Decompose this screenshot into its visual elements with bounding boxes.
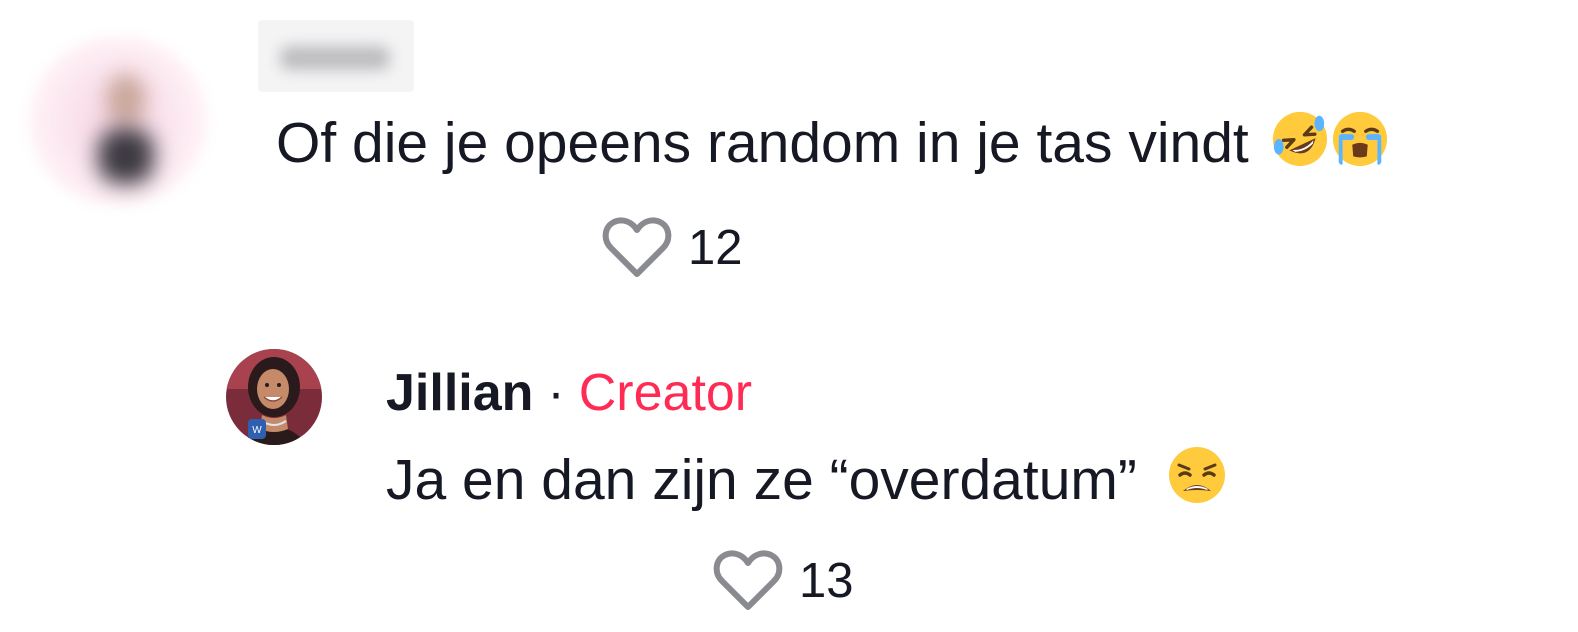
username[interactable]: Jillian [386,364,533,422]
comment-body: Of die je opeens random in je tas vindt [276,111,1249,175]
username-redacted[interactable] [258,20,414,92]
creator-badge: Creator [578,364,753,422]
loudly-crying-emoji [1331,110,1389,182]
like-count: 13 [799,554,854,608]
like-button[interactable]: 13 [713,549,854,613]
comment-text: Of die je opeens random in je tas vindt [276,110,1389,182]
svg-text:W: W [252,425,262,436]
weary-face-emoji [1167,445,1227,519]
comment-text: Ja en dan zijn ze “overdatum” [386,445,1227,519]
heart-outline-icon [713,550,783,610]
like-count: 12 [688,221,743,275]
like-button[interactable]: 12 [602,216,743,280]
comment-body: Ja en dan zijn ze “overdatum” [386,448,1137,512]
comment-header: Jillian · Creator [386,360,752,426]
heart-outline-icon [602,217,672,277]
separator-dot: · [547,364,565,422]
avatar[interactable]: W [226,349,322,445]
avatar[interactable] [28,36,208,206]
rolling-on-floor-laughing-emoji [1271,110,1329,182]
